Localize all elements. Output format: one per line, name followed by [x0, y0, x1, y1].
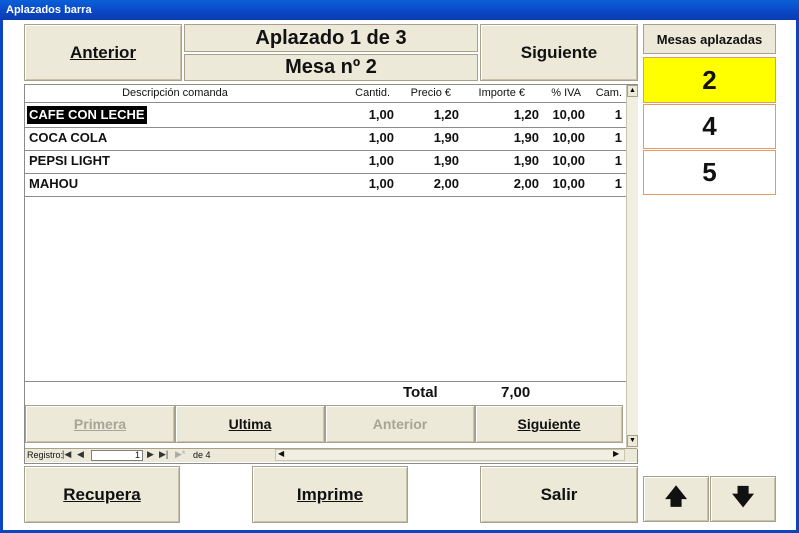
- header-next-button[interactable]: Siguiente: [480, 24, 638, 81]
- table-row[interactable]: MAHOU 1,00 2,00 2,00 10,00 1: [25, 173, 628, 197]
- cell-cam: 1: [614, 176, 622, 191]
- scroll-left-icon[interactable]: ◀: [278, 449, 284, 458]
- pager-prev-button[interactable]: Anterior: [325, 405, 475, 443]
- salir-button[interactable]: Salir: [480, 466, 638, 523]
- window-title: Aplazados barra: [0, 0, 799, 20]
- cell-iva: 10,00: [552, 107, 585, 122]
- col-descripcion: Descripción comanda: [122, 87, 228, 99]
- table-row[interactable]: COCA COLA 1,00 1,90 1,90 10,00 1: [25, 127, 628, 151]
- cell-cam: 1: [614, 153, 622, 168]
- cell-descripcion: PEPSI LIGHT: [29, 153, 110, 168]
- scroll-down-icon[interactable]: ▼: [627, 435, 638, 447]
- pager-next-button[interactable]: Siguiente: [475, 405, 623, 443]
- header-prev-label: Anterior: [69, 42, 137, 62]
- header-next-label: Siguiente: [520, 42, 598, 62]
- record-navigator: Registro: |◀ ◀ 1 ▶ ▶| ▶* de 4 ◀ ▶: [25, 448, 637, 462]
- horizontal-scrollbar[interactable]: ◀ ▶: [275, 449, 625, 461]
- cell-importe: 1,90: [513, 153, 539, 168]
- header-prev-button[interactable]: Anterior: [24, 24, 182, 81]
- cell-importe: 2,00: [513, 176, 539, 191]
- table-row[interactable]: PEPSI LIGHT 1,00 1,90 1,90 10,00 1: [25, 150, 628, 174]
- imprime-button[interactable]: Imprime: [252, 466, 408, 523]
- cell-iva: 10,00: [552, 176, 585, 191]
- order-grid: Descripción comanda Cantid. Precio € Imp…: [24, 84, 638, 464]
- col-cantidad: Cantid.: [355, 87, 390, 99]
- scroll-up-icon[interactable]: ▲: [627, 85, 638, 97]
- cell-precio: 1,90: [433, 130, 459, 145]
- prev-record-icon[interactable]: ◀: [77, 449, 84, 460]
- cell-cantidad: 1,00: [368, 176, 394, 191]
- next-record-icon[interactable]: ▶: [147, 449, 154, 460]
- cell-iva: 10,00: [552, 130, 585, 145]
- cell-precio: 2,00: [433, 176, 459, 191]
- cell-cantidad: 1,00: [368, 153, 394, 168]
- salir-label: Salir: [540, 484, 578, 504]
- cell-precio: 1,20: [433, 107, 459, 122]
- new-record-icon[interactable]: ▶*: [175, 449, 185, 460]
- last-record-icon[interactable]: ▶|: [159, 449, 168, 460]
- record-of-text: de 4: [193, 450, 211, 460]
- table-row[interactable]: CAFE CON LECHE 1,00 1,20 1,20 10,00 1: [25, 104, 628, 128]
- pager-first-button[interactable]: Primera: [25, 405, 175, 443]
- pager-last-label: Ultima: [228, 416, 272, 432]
- cell-descripcion: CAFE CON LECHE: [27, 106, 147, 124]
- cell-cantidad: 1,00: [368, 130, 394, 145]
- vertical-scrollbar[interactable]: ▲ ▼: [626, 85, 638, 449]
- sidebar-title: Mesas aplazadas: [643, 24, 776, 54]
- mesa-item[interactable]: 2: [643, 57, 776, 103]
- grid-header: Descripción comanda Cantid. Precio € Imp…: [25, 85, 628, 103]
- scroll-right-icon[interactable]: ▶: [613, 449, 619, 458]
- recupera-button[interactable]: Recupera: [24, 466, 180, 523]
- pager-first-label: Primera: [73, 416, 127, 432]
- mesa-indicator: Mesa nº 2: [184, 54, 478, 81]
- cell-importe: 1,90: [513, 130, 539, 145]
- record-label: Registro:: [27, 450, 64, 460]
- cell-descripcion: COCA COLA: [29, 130, 108, 145]
- recupera-label: Recupera: [63, 484, 141, 504]
- col-iva: % IVA: [551, 87, 581, 99]
- mesa-item[interactable]: 5: [643, 150, 776, 195]
- scroll-down-button[interactable]: 🡇: [710, 476, 776, 522]
- cell-cam: 1: [614, 130, 622, 145]
- aplazado-counter: Aplazado 1 de 3: [184, 24, 478, 52]
- col-precio: Precio €: [410, 87, 451, 99]
- cell-cantidad: 1,00: [368, 107, 394, 122]
- cell-cam: 1: [614, 107, 622, 122]
- col-importe: Importe €: [478, 87, 525, 99]
- mesa-item[interactable]: 4: [643, 104, 776, 149]
- arrow-down-icon: 🡇: [731, 484, 755, 509]
- pager-next-label: Siguiente: [517, 416, 581, 432]
- cell-iva: 10,00: [552, 153, 585, 168]
- record-number-input[interactable]: 1: [91, 450, 143, 461]
- pager-last-button[interactable]: Ultima: [175, 405, 325, 443]
- cell-precio: 1,90: [433, 153, 459, 168]
- first-record-icon[interactable]: |◀: [62, 449, 71, 460]
- total-value: 7,00: [501, 384, 531, 401]
- imprime-label: Imprime: [296, 484, 364, 504]
- total-label: Total: [403, 384, 438, 401]
- arrow-up-icon: 🡅: [664, 484, 688, 509]
- total-row: Total 7,00: [25, 381, 628, 403]
- scroll-up-button[interactable]: 🡅: [643, 476, 709, 522]
- col-cam: Cam.: [595, 87, 622, 99]
- cell-importe: 1,20: [513, 107, 539, 122]
- cell-descripcion: MAHOU: [29, 176, 79, 191]
- pager-prev-label: Anterior: [372, 416, 428, 432]
